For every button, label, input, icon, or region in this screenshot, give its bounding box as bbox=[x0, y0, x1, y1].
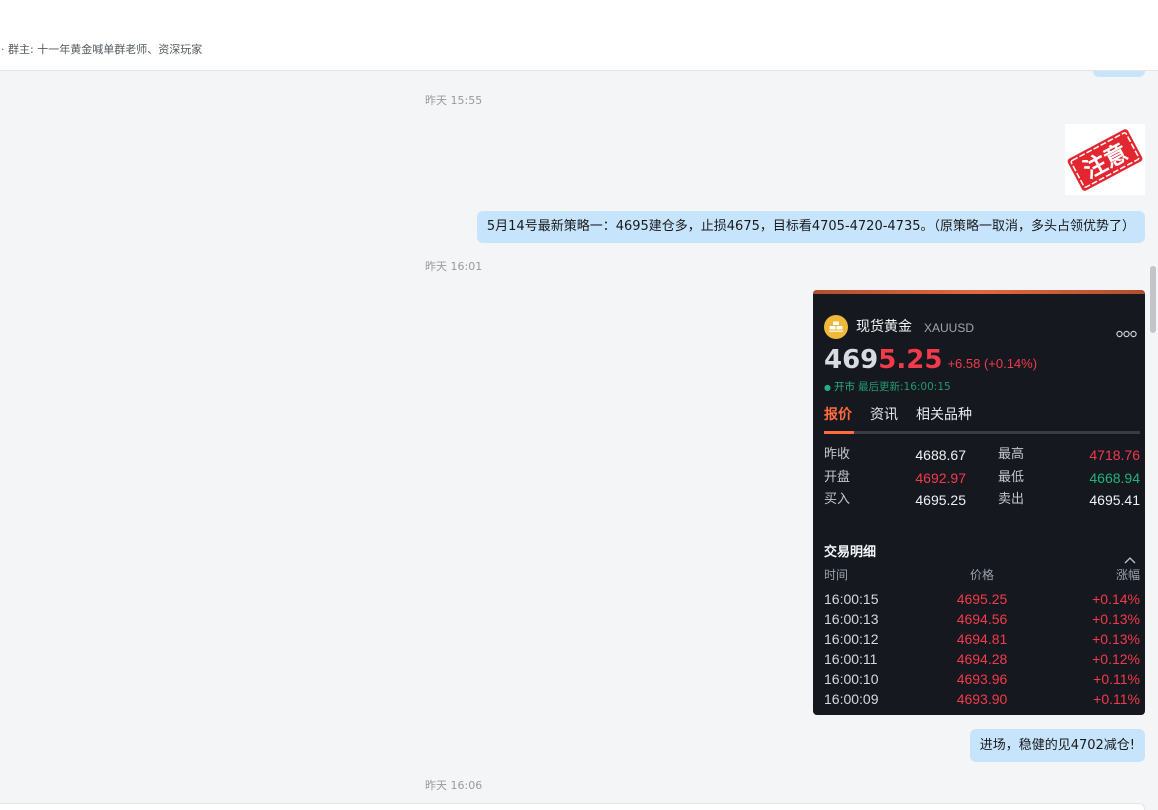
last-updated: 最后更新:16:00:15 bbox=[857, 381, 951, 393]
message-timestamp: 昨天 16:01 bbox=[425, 260, 483, 273]
strategy-message-bubble[interactable]: 5月14号最新策略一：4695建仓多，止损4675，目标看4705-4720-4… bbox=[476, 211, 1145, 243]
price-change: +6.58 (+0.14%) bbox=[947, 356, 1038, 371]
trade-price: 4694.81 bbox=[956, 631, 1008, 647]
message-text: 进场，稳健的见4702减仓! bbox=[979, 738, 1135, 753]
column-header-change: 涨幅 bbox=[1115, 568, 1140, 582]
stat-label: 卖出 bbox=[998, 492, 1025, 507]
trades-section-title: 交易明细 bbox=[824, 545, 877, 560]
instrument-symbol: XAUUSD bbox=[924, 321, 975, 335]
stat-value: 4668.94 bbox=[1089, 470, 1140, 486]
message-text: 5月14号最新策略一：4695建仓多，止损4675，目标看4705-4720-4… bbox=[486, 219, 1135, 234]
stat-label: 最低 bbox=[998, 470, 1025, 485]
trade-time: 16:00:10 bbox=[824, 671, 879, 687]
market-status-line: ● 开市 最后更新:16:00:15 bbox=[824, 381, 951, 394]
column-header-time: 时间 bbox=[824, 568, 849, 582]
scrollbar-thumb[interactable] bbox=[1150, 266, 1156, 333]
trade-change: +0.11% bbox=[1093, 671, 1140, 687]
trade-time: 16:00:12 bbox=[824, 631, 879, 647]
stat-value: 4695.25 bbox=[915, 492, 966, 508]
instrument-name: 现货黄金 bbox=[856, 319, 912, 335]
trade-price: 4694.56 bbox=[956, 611, 1008, 627]
chevron-up-icon bbox=[1124, 549, 1136, 564]
trade-change: +0.13% bbox=[1092, 631, 1140, 647]
gold-quote-screenshot[interactable]: 现货黄金 XAUUSD 469 5.25 +6.58 (+0.14%) ● 开市 最后… bbox=[813, 290, 1145, 715]
trade-price: 4693.96 bbox=[956, 671, 1008, 687]
trade-time: 16:00:11 bbox=[824, 651, 878, 667]
stat-label: 买入 bbox=[824, 492, 851, 507]
stat-label: 昨收 bbox=[824, 447, 851, 462]
stat-value: 4688.67 bbox=[915, 447, 966, 463]
gold-bars-icon bbox=[824, 315, 848, 339]
chat-header: · 群主: 十一年黄金喊单群老师、资深玩家 bbox=[0, 0, 1158, 71]
group-owner-info: · 群主: 十一年黄金喊单群老师、资深玩家 bbox=[1, 43, 203, 56]
entry-message-bubble[interactable]: 进场，稳健的见4702减仓! bbox=[969, 729, 1145, 762]
tab-active-indicator bbox=[824, 431, 854, 434]
next-message-card[interactable] bbox=[0, 803, 1145, 810]
stat-value: 4718.76 bbox=[1089, 447, 1140, 463]
trade-time: 16:00:09 bbox=[824, 691, 879, 707]
trade-time: 16:00:15 bbox=[824, 591, 879, 607]
trade-price: 4693.90 bbox=[956, 691, 1008, 707]
message-list[interactable]: 昨天 15:55 注意 5月14号最新策略一：4695建仓多，止损4675，目标… bbox=[0, 0, 1158, 810]
more-dots-icon bbox=[1116, 323, 1137, 338]
tab-related: 相关品种 bbox=[916, 407, 972, 423]
tab-news: 资讯 bbox=[870, 407, 898, 423]
trade-change: +0.13% bbox=[1092, 611, 1140, 627]
price-lead-digits: 469 bbox=[824, 345, 879, 375]
message-timestamp: 昨天 16:06 bbox=[425, 779, 483, 792]
trade-price: 4695.25 bbox=[956, 591, 1008, 607]
stat-label: 开盘 bbox=[824, 470, 851, 485]
stat-value: 4695.41 bbox=[1089, 492, 1140, 508]
status-dot-icon: ● bbox=[824, 383, 831, 392]
price-line: 469 5.25 +6.58 (+0.14%) bbox=[824, 343, 1037, 377]
trade-change: +0.12% bbox=[1092, 651, 1140, 667]
card-top-stripe bbox=[813, 290, 1145, 294]
tab-underline-track bbox=[854, 431, 1140, 434]
stat-value: 4692.97 bbox=[915, 470, 966, 486]
stat-label: 最高 bbox=[998, 447, 1025, 462]
price-tail-digits: 5.25 bbox=[878, 345, 943, 375]
trade-change: +0.14% bbox=[1092, 591, 1140, 607]
trade-price: 4694.28 bbox=[956, 651, 1008, 667]
column-header-price: 价格 bbox=[969, 568, 994, 582]
market-status: 开市 bbox=[833, 381, 855, 393]
trade-change: +0.11% bbox=[1093, 691, 1140, 707]
previous-message-bubble[interactable] bbox=[1093, 71, 1145, 77]
trade-time: 16:00:13 bbox=[824, 611, 879, 627]
message-timestamp: 昨天 15:55 bbox=[425, 94, 483, 107]
tab-quote: 报价 bbox=[824, 407, 852, 423]
warning-stamp-image[interactable]: 注意 bbox=[1065, 124, 1145, 195]
